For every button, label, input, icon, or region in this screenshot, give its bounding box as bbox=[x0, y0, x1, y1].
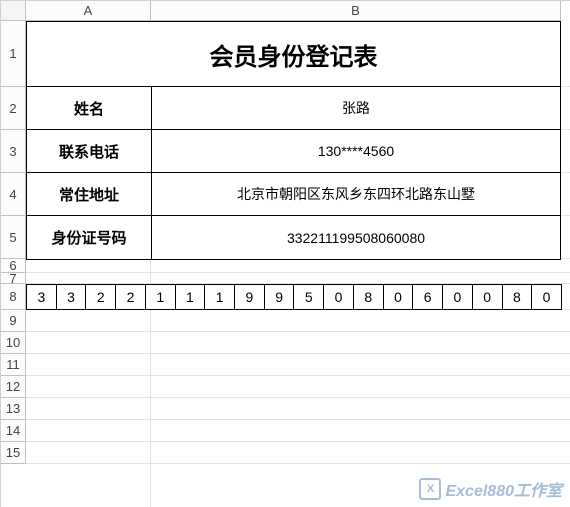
gridline-row bbox=[26, 273, 570, 284]
sheet-body: 123456789101112131415 会员身份登记表 姓名 张路 联系电话… bbox=[1, 21, 570, 507]
column-headers: A B bbox=[1, 1, 570, 21]
column-header-A[interactable]: A bbox=[26, 1, 151, 21]
value-id[interactable]: 332211199508060080 bbox=[152, 216, 560, 259]
member-form: 会员身份登记表 姓名 张路 联系电话 130****4560 常住地址 北京市朝… bbox=[26, 21, 561, 260]
select-all-corner[interactable] bbox=[1, 1, 26, 21]
row-header-4[interactable]: 4 bbox=[1, 173, 26, 216]
gridline-row bbox=[26, 259, 570, 273]
column-header-B[interactable]: B bbox=[151, 1, 561, 21]
label-id: 身份证号码 bbox=[27, 216, 152, 259]
digit-cell[interactable]: 1 bbox=[205, 285, 235, 309]
digit-cell[interactable]: 0 bbox=[384, 285, 414, 309]
form-row-name: 姓名 张路 bbox=[27, 87, 560, 130]
digit-cell[interactable]: 8 bbox=[354, 285, 384, 309]
label-address: 常住地址 bbox=[27, 173, 152, 215]
row-header-8[interactable]: 8 bbox=[1, 284, 26, 310]
value-name[interactable]: 张路 bbox=[152, 87, 560, 129]
digit-cell[interactable]: 5 bbox=[294, 285, 324, 309]
row-headers: 123456789101112131415 bbox=[1, 21, 26, 464]
digit-cell[interactable]: 1 bbox=[146, 285, 176, 309]
gridline-row bbox=[26, 420, 570, 442]
row-header-13[interactable]: 13 bbox=[1, 398, 26, 420]
digit-cell[interactable]: 1 bbox=[176, 285, 206, 309]
row-header-5[interactable]: 5 bbox=[1, 216, 26, 259]
row-header-9[interactable]: 9 bbox=[1, 310, 26, 332]
gridline-row bbox=[26, 310, 570, 332]
digit-cell[interactable]: 0 bbox=[324, 285, 354, 309]
row-header-14[interactable]: 14 bbox=[1, 420, 26, 442]
digit-cell[interactable]: 3 bbox=[57, 285, 87, 309]
form-title: 会员身份登记表 bbox=[27, 22, 560, 87]
digit-cell[interactable]: 2 bbox=[86, 285, 116, 309]
value-phone[interactable]: 130****4560 bbox=[152, 130, 560, 172]
digit-cell[interactable]: 9 bbox=[235, 285, 265, 309]
gridline-row bbox=[26, 442, 570, 464]
gridline-row bbox=[26, 332, 570, 354]
label-phone: 联系电话 bbox=[27, 130, 152, 172]
form-row-id: 身份证号码 332211199508060080 bbox=[27, 216, 560, 259]
label-name: 姓名 bbox=[27, 87, 152, 129]
row-header-12[interactable]: 12 bbox=[1, 376, 26, 398]
row-header-15[interactable]: 15 bbox=[1, 442, 26, 464]
row-header-1[interactable]: 1 bbox=[1, 21, 26, 87]
digit-cell[interactable]: 3 bbox=[27, 285, 57, 309]
grid[interactable]: 会员身份登记表 姓名 张路 联系电话 130****4560 常住地址 北京市朝… bbox=[26, 21, 570, 507]
digit-cell[interactable]: 6 bbox=[413, 285, 443, 309]
form-row-address: 常住地址 北京市朝阳区东风乡东四环北路东山墅 bbox=[27, 173, 560, 216]
digit-cell[interactable]: 0 bbox=[532, 285, 561, 309]
form-row-phone: 联系电话 130****4560 bbox=[27, 130, 560, 173]
gridline-row bbox=[26, 376, 570, 398]
id-digit-strip: 332211199508060080 bbox=[26, 284, 562, 310]
gridline-row bbox=[26, 398, 570, 420]
row-header-11[interactable]: 11 bbox=[1, 354, 26, 376]
row-header-10[interactable]: 10 bbox=[1, 332, 26, 354]
spreadsheet: A B 123456789101112131415 会员身份登记表 姓名 张路 … bbox=[0, 0, 570, 507]
digit-cell[interactable]: 0 bbox=[473, 285, 503, 309]
row-header-7[interactable]: 7 bbox=[1, 273, 26, 284]
gridline-row bbox=[26, 354, 570, 376]
row-header-2[interactable]: 2 bbox=[1, 87, 26, 130]
digit-cell[interactable]: 9 bbox=[265, 285, 295, 309]
row-header-3[interactable]: 3 bbox=[1, 130, 26, 173]
value-address[interactable]: 北京市朝阳区东风乡东四环北路东山墅 bbox=[152, 173, 560, 215]
digit-cell[interactable]: 0 bbox=[443, 285, 473, 309]
digit-cell[interactable]: 8 bbox=[503, 285, 533, 309]
digit-cell[interactable]: 2 bbox=[116, 285, 146, 309]
